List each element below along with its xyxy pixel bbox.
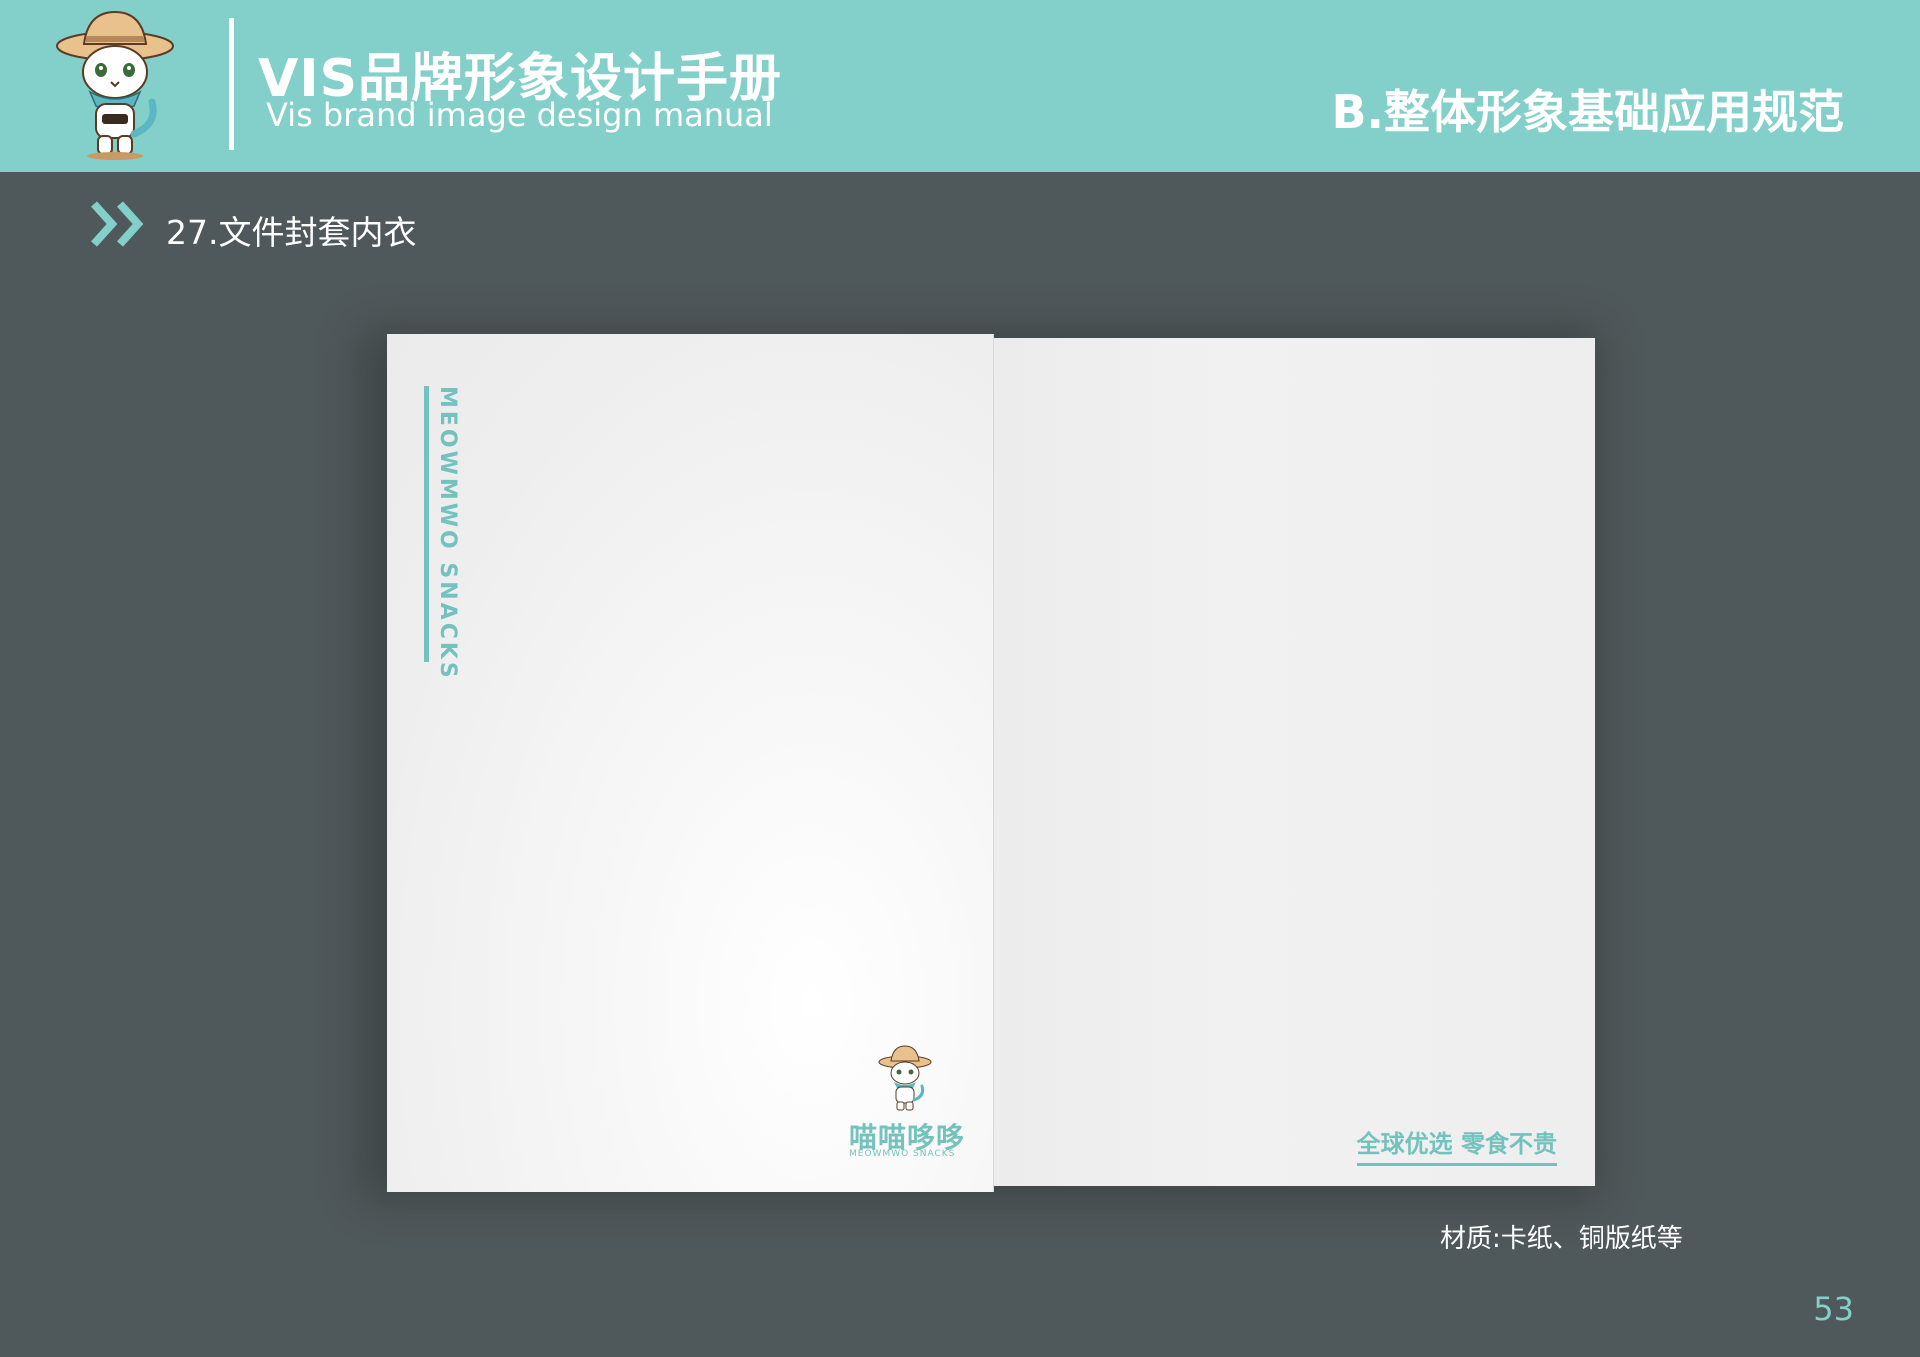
material-note: 材质:卡纸、铜版纸等: [1440, 1224, 1683, 1254]
folder-left-panel: MEOWMWO SNACKS 喵喵哆哆 MEOWMWO SNACKS: [387, 334, 993, 1192]
page-number: 53: [1813, 1290, 1854, 1328]
item-title: 27.文件封套内衣: [166, 213, 417, 252]
header-divider: [229, 18, 234, 150]
cat-cowboy-mascot-logo: [56, 10, 174, 160]
section-title: B.整体形象基础应用规范: [1331, 85, 1844, 139]
vertical-brand-text: MEOWMWO SNACKS: [435, 386, 460, 681]
double-chevron-right-icon: [91, 201, 144, 247]
document-folder-mockup: MEOWMWO SNACKS 喵喵哆哆 MEOWMWO SNACKS 全球优选 …: [387, 334, 1595, 1192]
brand-name-english: MEOWMWO SNACKS: [849, 1149, 956, 1159]
cat-cowboy-mascot-icon: [878, 1045, 932, 1111]
brand-slogan: 全球优选 零食不贵: [1356, 1124, 1557, 1166]
folder-right-panel: 全球优选 零食不贵: [994, 338, 1595, 1186]
brand-accent-bar: [424, 386, 429, 662]
manual-subtitle: Vis brand image design manual: [266, 96, 773, 134]
header-bar: VIS品牌形象设计手册 Vis brand image design manua…: [0, 0, 1920, 172]
